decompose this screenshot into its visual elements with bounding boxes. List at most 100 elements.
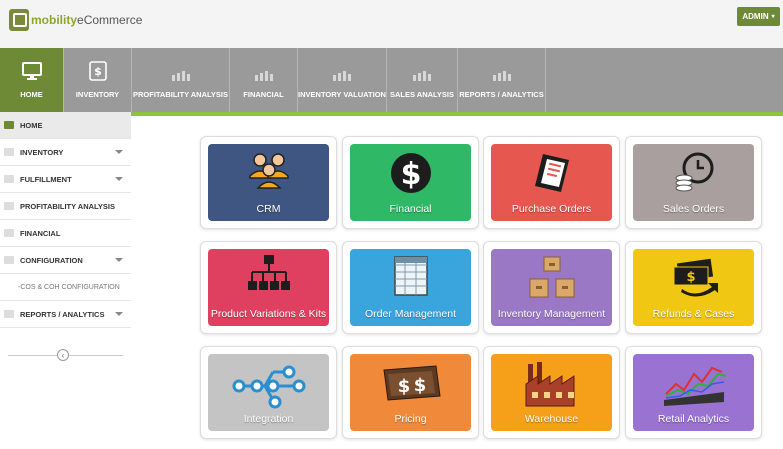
tile-purchase-orders[interactable]: Purchase Orders [483,136,620,229]
tab-label: INVENTORY VALUATION [298,90,386,99]
tile-face: CRM [208,144,329,221]
tile-pricing[interactable]: $ $ Pricing [342,346,479,439]
tab-label: HOME [20,90,43,99]
tile-face: Retail Analytics [633,354,754,431]
logo-mark-icon [9,9,29,31]
gear-icon [4,256,14,264]
chevron-down-icon [115,312,123,316]
receipt-icon [491,150,612,196]
chevron-down-icon [115,258,123,262]
sidebar-item-label: FINANCIAL [20,228,61,238]
tile-retail-analytics[interactable]: Retail Analytics [625,346,762,439]
tile-label: Warehouse [524,413,579,425]
admin-menu-button[interactable]: ADMIN ▾ [737,7,780,26]
chevron-down-icon [115,150,123,154]
tab-financial[interactable]: FINANCIAL [230,48,298,112]
logo-text-ecommerce: eCommerce [77,13,143,27]
price-tag-icon: $ $ [350,360,471,406]
dollar-icon: $ [350,150,471,196]
people-icon [208,150,329,190]
tab-inventory-valuation[interactable]: INVENTORY VALUATION [298,48,387,112]
tab-home[interactable]: HOME [0,48,64,112]
tile-sales-orders[interactable]: Sales Orders [625,136,762,229]
logo-text-mobility: mobility [31,13,78,27]
tile-face: Warehouse [491,354,612,431]
bar-chart-icon [492,61,511,81]
document-dollar-icon: $ [88,61,107,81]
sidebar-item-label: REPORTS / ANALYTICS [20,309,105,319]
tab-profitability-analysis[interactable]: PROFITABILITY ANALYSIS [132,48,230,112]
tab-label: FINANCIAL [243,90,284,99]
tab-label: INVENTORY [75,90,120,99]
tile-label: Integration [243,413,294,425]
coins-icon [4,229,14,237]
svg-text:$: $ [413,375,426,396]
tile-face: $ Financial [350,144,471,221]
network-icon [208,360,329,410]
tile-inventory-management[interactable]: Inventory Management [483,241,620,334]
tab-label: REPORTS / ANALYTICS [459,90,544,99]
document-icon [4,202,14,210]
tile-face: Sales Orders [633,144,754,221]
tile-face: $ Refunds & Cases [633,249,754,326]
sidebar-item-profitability-analysis[interactable]: PROFITABILITY ANALYSIS [0,193,131,220]
tile-label: Sales Orders [662,203,725,215]
admin-label: ADMIN [742,12,769,21]
tile-refunds-cases[interactable]: $ Refunds & Cases [625,241,762,334]
tile-face: Order Management [350,249,471,326]
sidebar-item-label: PROFITABILITY ANALYSIS [20,201,116,211]
tile-order-management[interactable]: Order Management [342,241,479,334]
money-return-icon: $ [633,255,754,299]
sidebar: HOME INVENTORY FULFILLMENT PROFITABILITY… [0,112,131,449]
chevron-left-icon: ‹ [61,350,65,360]
factory-icon [491,360,612,408]
tile-product-variations-kits[interactable]: Product Variations & Kits [200,241,337,334]
tile-label: Product Variations & Kits [210,308,327,320]
tab-reports-analytics[interactable]: REPORTS / ANALYTICS [458,48,546,112]
tile-integration[interactable]: Integration [200,346,337,439]
sidebar-item-configuration[interactable]: CONFIGURATION [0,247,131,274]
tile-label: Financial [389,203,432,215]
app-window: mobility eCommerce ADMIN ▾ HOME $ INVENT… [0,0,783,449]
sidebar-subitem-cos-coh-configuration[interactable]: -COS & COH CONFIGURATION [0,274,131,301]
nav-accent-bar [131,112,783,116]
hierarchy-icon [208,255,329,291]
collapse-sidebar-button[interactable]: ‹ [57,349,69,361]
tile-label: Inventory Management [497,308,606,320]
main-nav: HOME $ INVENTORY PROFITABILITY ANALYSIS … [0,48,783,112]
svg-text:$: $ [400,157,421,192]
tile-face: Purchase Orders [491,144,612,221]
report-icon [4,310,14,318]
sidebar-item-reports-analytics[interactable]: REPORTS / ANALYTICS [0,301,131,328]
sidebar-item-label: FULFILLMENT [20,174,72,184]
monitor-icon [21,61,42,81]
inventory-icon [4,148,14,156]
sidebar-item-inventory[interactable]: INVENTORY [0,139,131,166]
tile-crm[interactable]: CRM [200,136,337,229]
bar-chart-icon [254,61,273,81]
tile-financial[interactable]: $ Financial [342,136,479,229]
tile-label: Purchase Orders [511,203,592,215]
sidebar-collapse: ‹ [0,328,131,361]
bar-chart-icon [413,61,431,81]
fulfillment-icon [4,175,14,183]
clock-coins-icon [633,150,754,194]
svg-text:$: $ [397,376,410,397]
line-chart-icon [633,360,754,406]
sidebar-item-label: -COS & COH CONFIGURATION [18,283,120,291]
tab-label: PROFITABILITY ANALYSIS [132,90,228,99]
top-bar: mobility eCommerce ADMIN ▾ [0,0,783,48]
tile-face: Inventory Management [491,249,612,326]
bar-chart-icon [171,61,190,81]
chevron-down-icon [115,177,123,181]
tab-sales-analysis[interactable]: SALES ANALYSIS [387,48,458,112]
sidebar-item-home[interactable]: HOME [0,112,131,139]
logo[interactable]: mobility eCommerce [9,6,142,34]
sidebar-item-label: CONFIGURATION [20,255,83,265]
sidebar-item-fulfillment[interactable]: FULFILLMENT [0,166,131,193]
tab-inventory[interactable]: $ INVENTORY [64,48,132,112]
tile-warehouse[interactable]: Warehouse [483,346,620,439]
tile-label: CRM [256,203,281,215]
sidebar-item-financial[interactable]: FINANCIAL [0,220,131,247]
tile-face: $ $ Pricing [350,354,471,431]
